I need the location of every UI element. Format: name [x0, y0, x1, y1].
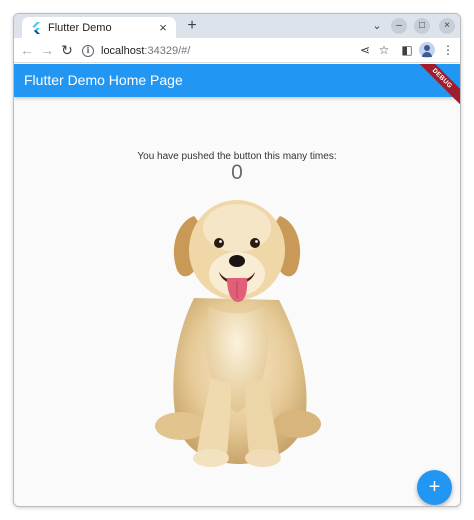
puppy-image [155, 200, 321, 467]
tab-search-chevron-icon[interactable]: ⌄ [369, 18, 385, 34]
back-arrow-icon[interactable]: ← [18, 41, 36, 59]
side-panel-icon[interactable]: ◧ [398, 41, 416, 59]
forward-arrow-icon[interactable]: → [38, 41, 56, 59]
url-host: localhost [101, 44, 145, 57]
app-bar: Flutter Demo Home Page DEBUG [14, 64, 460, 109]
tab-strip: Flutter Demo × + ⌄ – □ × [14, 14, 460, 38]
bookmark-star-icon[interactable]: ☆ [375, 41, 393, 59]
reload-icon[interactable]: ↻ [58, 41, 76, 59]
tab-title: Flutter Demo [48, 21, 112, 34]
browser-toolbar: ← → ↻ i localhost :34329/#/ ⋖ ☆ ◧ ⋮ [14, 38, 460, 63]
app-bar-title: Flutter Demo Home Page [24, 72, 183, 88]
minimize-button[interactable]: – [391, 18, 407, 34]
address-bar[interactable]: i localhost :34329/#/ [82, 41, 352, 60]
profile-avatar-icon[interactable] [419, 42, 435, 58]
url-path: :34329/#/ [144, 44, 191, 57]
browser-menu-icon[interactable]: ⋮ [439, 41, 457, 59]
flutter-logo-icon [32, 21, 40, 34]
page-viewport: Flutter Demo Home Page DEBUG You have pu… [14, 64, 460, 506]
debug-banner: DEBUG [411, 64, 460, 109]
new-tab-button[interactable]: + [182, 16, 202, 36]
tab-close-icon[interactable]: × [156, 20, 170, 35]
close-window-button[interactable]: × [439, 18, 455, 34]
share-icon[interactable]: ⋖ [356, 41, 374, 59]
browser-window: Flutter Demo × + ⌄ – □ × ← → ↻ i localho… [13, 13, 461, 507]
maximize-button[interactable]: □ [414, 18, 430, 34]
tab-flutter-demo[interactable]: Flutter Demo × [22, 17, 176, 38]
site-info-icon[interactable]: i [82, 44, 94, 57]
counter-value: 0 [231, 161, 243, 184]
increment-fab-button[interactable]: + [417, 470, 452, 505]
